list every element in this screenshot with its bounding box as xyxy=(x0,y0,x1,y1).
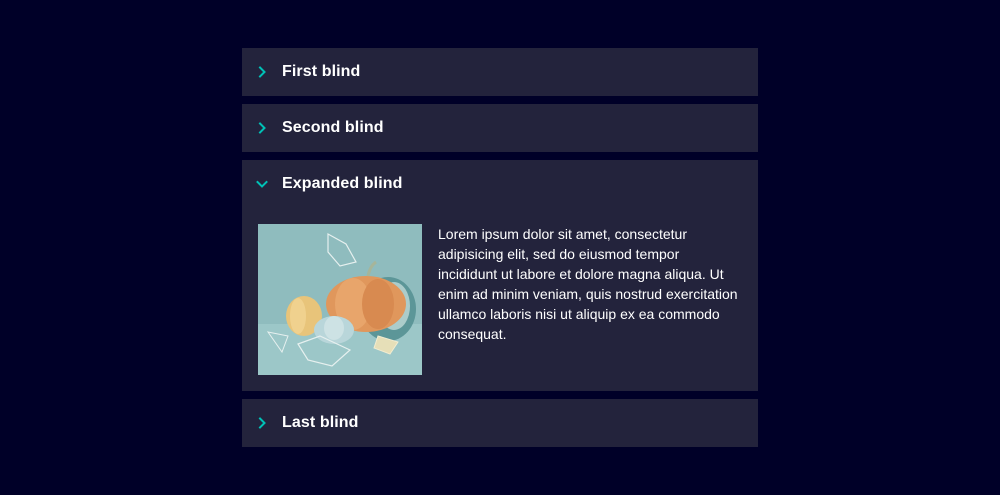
chevron-right-icon xyxy=(242,48,282,96)
blind-first: First blind xyxy=(242,48,758,96)
blind-title: Expanded blind xyxy=(282,175,403,192)
blind-content: Lorem ipsum dolor sit amet, consectetur … xyxy=(242,208,758,391)
chevron-right-icon xyxy=(242,104,282,152)
blind-first-header[interactable]: First blind xyxy=(242,48,758,96)
blind-expanded: Expanded blind Lorem ipsum dolor sit ame… xyxy=(242,160,758,391)
pumpkin-still-life-image xyxy=(258,224,422,375)
blind-second-header[interactable]: Second blind xyxy=(242,104,758,152)
blind-last-header[interactable]: Last blind xyxy=(242,399,758,447)
blind-title: Second blind xyxy=(282,119,384,136)
chevron-right-icon xyxy=(242,399,282,447)
blind-second: Second blind xyxy=(242,104,758,152)
blind-last: Last blind xyxy=(242,399,758,447)
blind-title: First blind xyxy=(282,63,361,80)
accordion: First blind Second blind Expanded blind xyxy=(242,48,758,455)
blind-expanded-header[interactable]: Expanded blind xyxy=(242,160,758,208)
blind-title: Last blind xyxy=(282,414,359,431)
blind-content-text: Lorem ipsum dolor sit amet, consectetur … xyxy=(438,226,738,342)
chevron-down-icon xyxy=(242,160,282,208)
